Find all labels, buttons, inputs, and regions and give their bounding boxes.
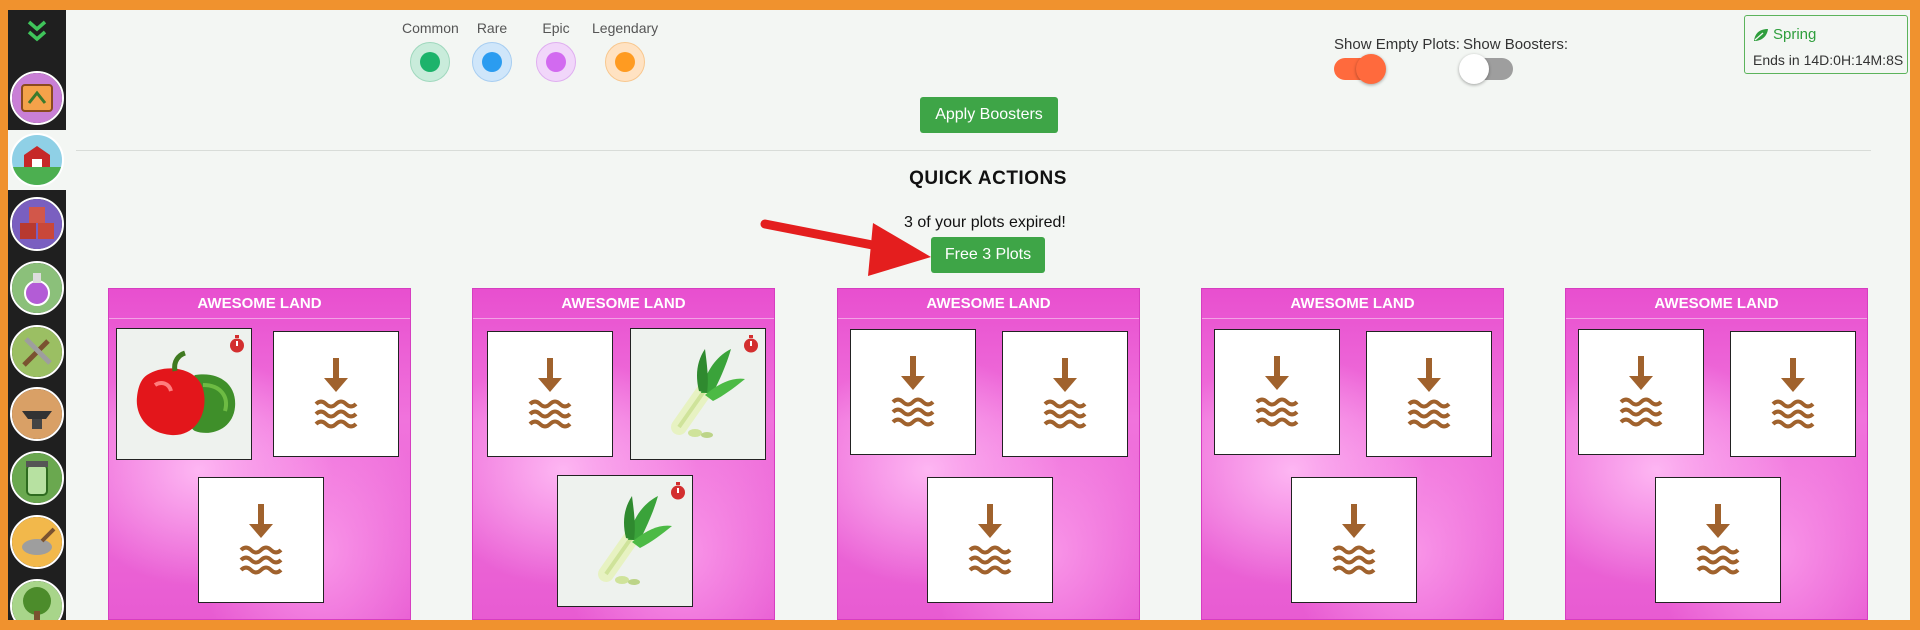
anvil-icon — [10, 387, 64, 441]
legend-epic: Epic — [536, 20, 576, 82]
expand-chevrons-icon[interactable] — [8, 10, 66, 54]
plot-card: AWESOME LAND — [472, 288, 775, 620]
legend-label: Epic — [542, 20, 570, 36]
plot-slot-empty[interactable] — [1002, 331, 1128, 457]
tree-icon — [10, 579, 64, 620]
show-empty-plots-label: Show Empty Plots: — [1334, 36, 1460, 53]
plant-seed-icon — [1696, 504, 1740, 575]
pepper-icon — [136, 350, 236, 436]
show-empty-plots-toggle[interactable] — [1334, 54, 1386, 84]
game-frame: Common Rare Epic Legendary Show Empty Pl… — [8, 10, 1910, 620]
plant-seed-icon — [1619, 356, 1663, 427]
plot-card-title: AWESOME LAND — [1202, 289, 1503, 319]
plot-card: AWESOME LAND — [837, 288, 1140, 620]
plant-seed-icon — [1255, 356, 1299, 427]
annotation-arrow-icon — [760, 219, 931, 276]
legend-legendary: Legendary — [592, 20, 658, 82]
timer-icon — [744, 335, 758, 353]
jar-icon — [10, 451, 64, 505]
divider — [76, 150, 1871, 151]
plot-card-title: AWESOME LAND — [109, 289, 410, 319]
potion-icon — [10, 261, 64, 315]
plant-seed-icon — [1771, 358, 1815, 429]
plot-slot-empty[interactable] — [1655, 477, 1781, 603]
tools-icon — [10, 325, 64, 379]
common-dot-icon — [420, 52, 441, 72]
plant-seed-icon — [239, 504, 283, 575]
overview-icon — [10, 71, 64, 125]
sidebar — [8, 10, 66, 620]
plant-seed-icon — [528, 358, 572, 429]
plot-card-title: AWESOME LAND — [838, 289, 1139, 319]
legendary-dot-icon — [615, 52, 636, 72]
plot-card: AWESOME LAND — [1201, 288, 1504, 620]
plot-slot-empty[interactable] — [487, 331, 613, 457]
plant-seed-icon — [891, 356, 935, 427]
epic-dot-icon — [546, 52, 566, 72]
show-boosters-toggle[interactable] — [1459, 54, 1513, 84]
legend-rare: Rare — [472, 20, 512, 82]
plot-slot-empty[interactable] — [850, 329, 976, 455]
plot-slot-empty[interactable] — [1291, 477, 1417, 603]
sidebar-item-jar[interactable] — [9, 448, 65, 508]
sidebar-item-tools[interactable] — [9, 322, 65, 382]
leaf-icon — [1754, 28, 1768, 41]
sidebar-item-market[interactable] — [9, 194, 65, 254]
rare-dot-icon — [482, 52, 502, 72]
plot-slot-empty[interactable] — [927, 477, 1053, 603]
season-countdown: Ends in 14D:0H:14M:8S — [1753, 52, 1904, 68]
sidebar-item-overview[interactable] — [9, 68, 65, 128]
plot-slot-empty[interactable] — [1730, 331, 1856, 457]
toggle-knob — [1459, 54, 1489, 84]
plant-seed-icon — [314, 358, 358, 429]
leek-icon — [598, 496, 672, 585]
plot-card: AWESOME LAND — [108, 288, 411, 620]
plot-card-title: AWESOME LAND — [473, 289, 774, 319]
apply-boosters-button[interactable]: Apply Boosters — [920, 97, 1058, 133]
plot-slot-leek[interactable] — [557, 475, 693, 607]
plot-slot-empty[interactable] — [198, 477, 324, 603]
plot-slot-empty[interactable] — [273, 331, 399, 457]
plot-slot-empty[interactable] — [1214, 329, 1340, 455]
crates-icon — [10, 197, 64, 251]
season-panel: Spring Ends in 14D:0H:14M:8S — [1744, 15, 1908, 74]
timer-icon — [671, 482, 685, 500]
plot-slot-empty[interactable] — [1366, 331, 1492, 457]
timer-icon — [230, 335, 244, 353]
legend-label: Common — [402, 20, 459, 36]
quick-actions-title: QUICK ACTIONS — [909, 168, 1067, 189]
sidebar-item-potions[interactable] — [9, 258, 65, 318]
leek-icon — [671, 349, 745, 438]
plot-slot-leek[interactable] — [630, 328, 766, 460]
plant-seed-icon — [968, 504, 1012, 575]
cooking-pot-icon — [10, 515, 64, 569]
plant-seed-icon — [1407, 358, 1451, 429]
plot-slot-empty[interactable] — [1578, 329, 1704, 455]
legend-label: Legendary — [592, 20, 659, 36]
plot-slot-pepper[interactable] — [116, 328, 252, 460]
toggle-knob — [1356, 54, 1386, 84]
legend-common: Common — [402, 20, 459, 82]
sidebar-item-forge[interactable] — [9, 384, 65, 444]
season-name: Spring — [1773, 26, 1817, 43]
plot-card: AWESOME LAND — [1565, 288, 1868, 620]
plot-card-title: AWESOME LAND — [1566, 289, 1867, 319]
plant-seed-icon — [1043, 358, 1087, 429]
plant-seed-icon — [1332, 504, 1376, 575]
sidebar-item-cooking[interactable] — [9, 512, 65, 572]
legend-label: Rare — [476, 20, 508, 36]
show-boosters-label: Show Boosters: — [1463, 36, 1569, 53]
sidebar-item-orchard[interactable] — [9, 576, 65, 620]
